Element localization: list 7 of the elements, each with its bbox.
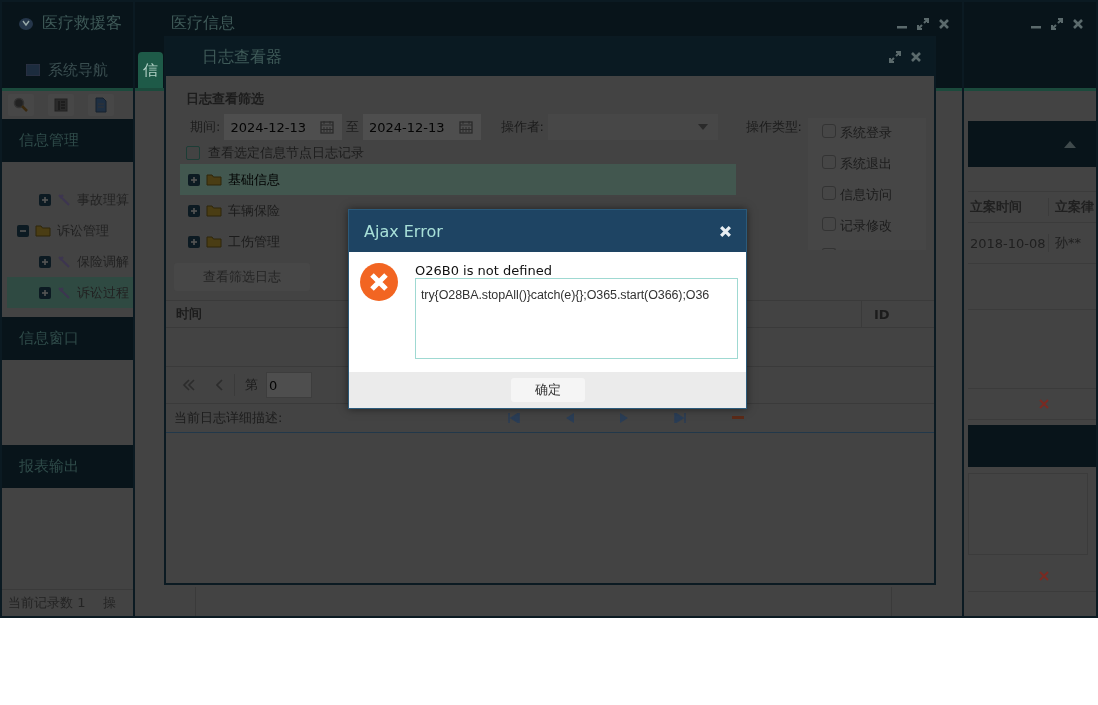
window-title: 医疗信息 (170, 13, 235, 34)
tab-label: 系统导航 (48, 60, 108, 80)
dialog-title: Ajax Error (364, 221, 443, 241)
window-title: 医疗救援客 (42, 13, 122, 34)
error-message: O26B0 is not defined (415, 263, 553, 278)
window-title: 日志查看器 (201, 46, 282, 68)
tree-label: 基础信息 (228, 170, 280, 189)
